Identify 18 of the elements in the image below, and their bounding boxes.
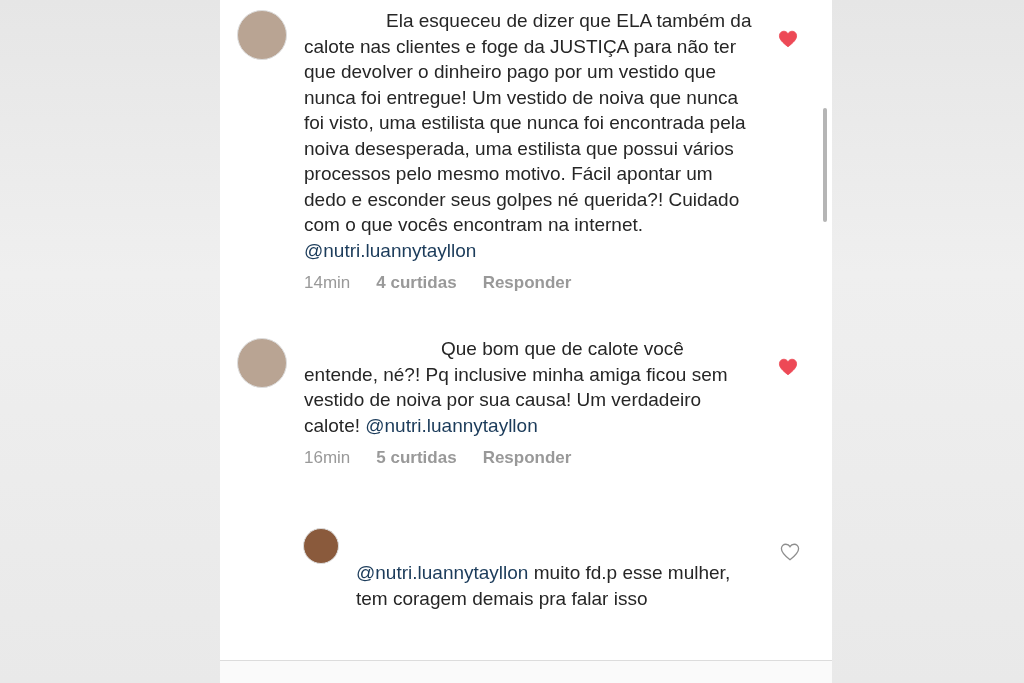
reply-link[interactable]: Responder: [482, 448, 572, 468]
comment-text: @nutri.luannytayllon muito fd.p esse mulher, tem coragem demais pra falar isso: [356, 561, 732, 611]
avatar[interactable]: [303, 528, 339, 564]
timestamp: 14min: [304, 273, 351, 293]
mention-link[interactable]: @nutri.luannytayllon: [356, 562, 529, 583]
likes-count[interactable]: 5 curtidas: [376, 448, 457, 468]
avatar[interactable]: [237, 10, 287, 60]
mention-link[interactable]: @nutri.luannytayllon: [365, 414, 538, 436]
comment-text: Ela esqueceu de dizer que ELA também da calote nas clientes e foge da JUSTIÇA para não ter que devolver o dinheiro pago por um vestido que nunca foi entregue! Um vestido de noiva que nunca foi visto, uma estilista que nunca foi encontrada pela noiva desesperada, uma estilista que possui vários processos pelo mesmo motivo. Fácil apontar um dedo e esconder seus golpes né querida?! Cuidado com o que vocês encontram na internet. @nutri.luannytayllon: [304, 9, 753, 263]
mention-link[interactable]: @nutri.luannytayllon: [304, 239, 477, 261]
comment-text: Que bom que de calote você entende, né?! Pq inclusive minha amiga ficou sem vestido de noiva por sua causa! Um verdadeiro calote! @nutri.luannytayllon: [304, 337, 729, 438]
heart-icon[interactable]: [778, 358, 798, 376]
heart-icon[interactable]: [780, 543, 800, 561]
likes-count[interactable]: 4 curtidas: [376, 273, 457, 293]
reply-link[interactable]: Responder: [482, 273, 572, 293]
heart-icon[interactable]: [778, 30, 798, 48]
timestamp: 16min: [304, 448, 351, 468]
avatar[interactable]: [237, 338, 287, 388]
